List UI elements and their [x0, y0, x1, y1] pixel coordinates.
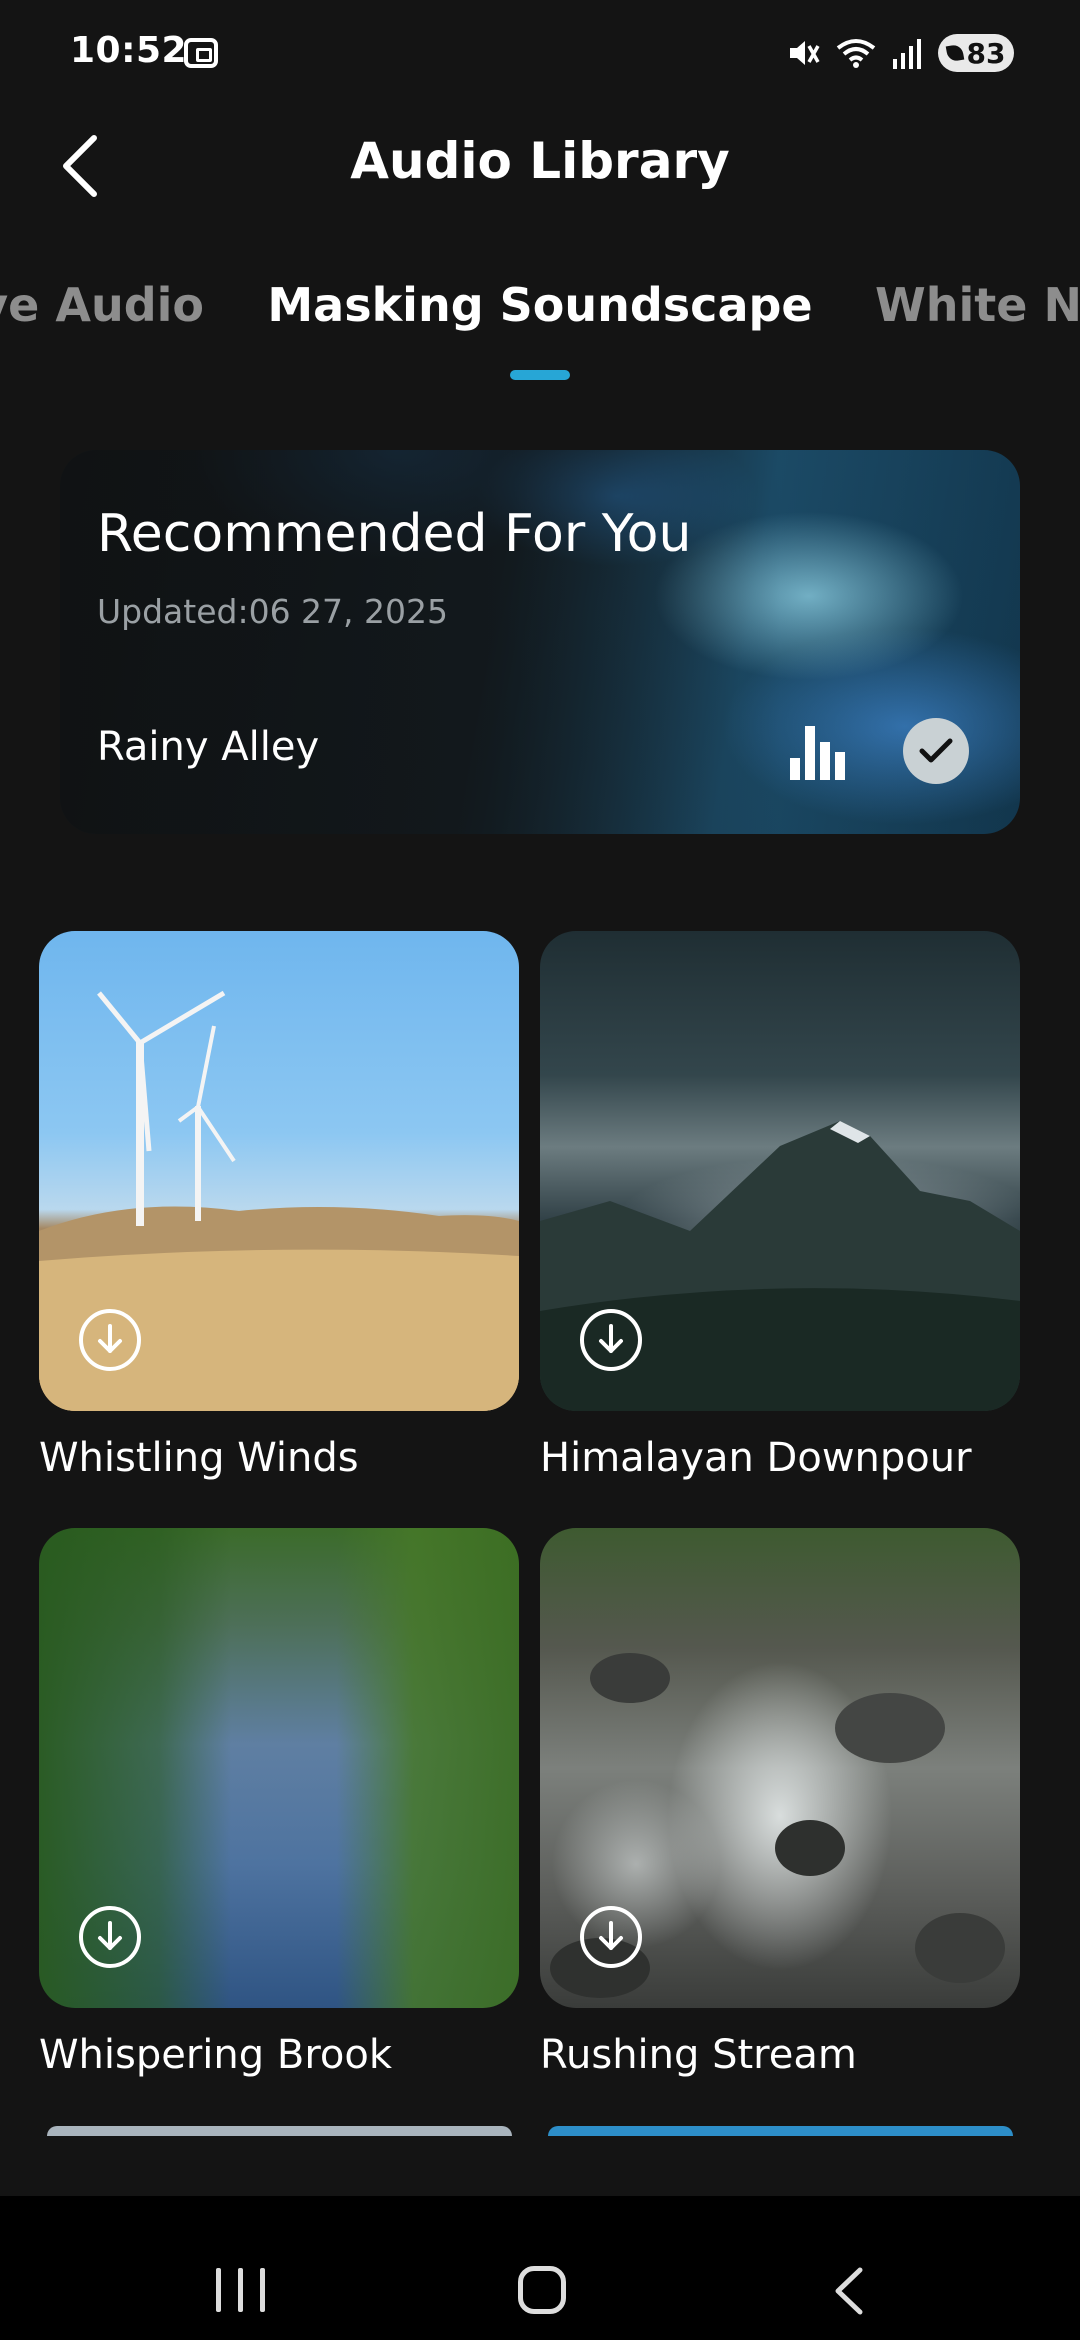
app-header: Audio Library [0, 110, 1080, 220]
download-icon[interactable] [580, 1906, 642, 1968]
signal-icon [892, 37, 922, 69]
battery-level: 83 [966, 36, 1006, 70]
mute-icon [786, 36, 820, 70]
sound-title: Whispering Brook [39, 2032, 392, 2078]
system-nav-bar [0, 2196, 1080, 2340]
check-icon [919, 738, 953, 763]
page-title: Audio Library [350, 132, 730, 190]
sound-card-partial[interactable] [47, 2126, 512, 2136]
recommended-title: Recommended For You [97, 504, 692, 564]
sound-title: Whistling Winds [39, 1435, 359, 1481]
download-icon[interactable] [79, 1309, 141, 1371]
sound-card-himalayan-downpour[interactable] [540, 931, 1020, 1411]
status-icons: 83 [786, 34, 1014, 72]
download-icon[interactable] [580, 1309, 642, 1371]
sound-card-whistling-winds[interactable] [39, 931, 519, 1411]
sound-card-rushing-stream[interactable] [540, 1528, 1020, 2008]
status-bar: 10:52 83 [0, 0, 1080, 110]
recommended-track-name: Rainy Alley [97, 724, 320, 770]
selected-check-button[interactable] [903, 718, 969, 784]
home-icon[interactable] [518, 2266, 566, 2314]
tab-white-noise[interactable]: White No [875, 278, 1080, 332]
sound-card-whispering-brook[interactable] [39, 1528, 519, 2008]
screenshot-icon [184, 38, 218, 68]
sound-title: Himalayan Downpour [540, 1435, 972, 1481]
sound-title: Rushing Stream [540, 2032, 857, 2078]
back-icon[interactable] [826, 2266, 876, 2316]
equalizer-bars-icon [790, 726, 846, 780]
recommended-updated-date: Updated:06 27, 2025 [97, 592, 449, 631]
battery-saver-icon [945, 43, 964, 63]
recommended-card[interactable]: Recommended For You Updated:06 27, 2025 … [60, 450, 1020, 834]
category-tabs: ve Audio Masking Soundscape White No [0, 270, 1080, 380]
battery-icon: 83 [938, 34, 1014, 72]
download-icon[interactable] [79, 1906, 141, 1968]
wifi-icon [836, 36, 876, 70]
active-tab-indicator [510, 370, 570, 380]
sound-card-partial[interactable] [548, 2126, 1013, 2136]
status-time: 10:52 [70, 30, 188, 71]
recents-icon[interactable] [216, 2268, 266, 2312]
